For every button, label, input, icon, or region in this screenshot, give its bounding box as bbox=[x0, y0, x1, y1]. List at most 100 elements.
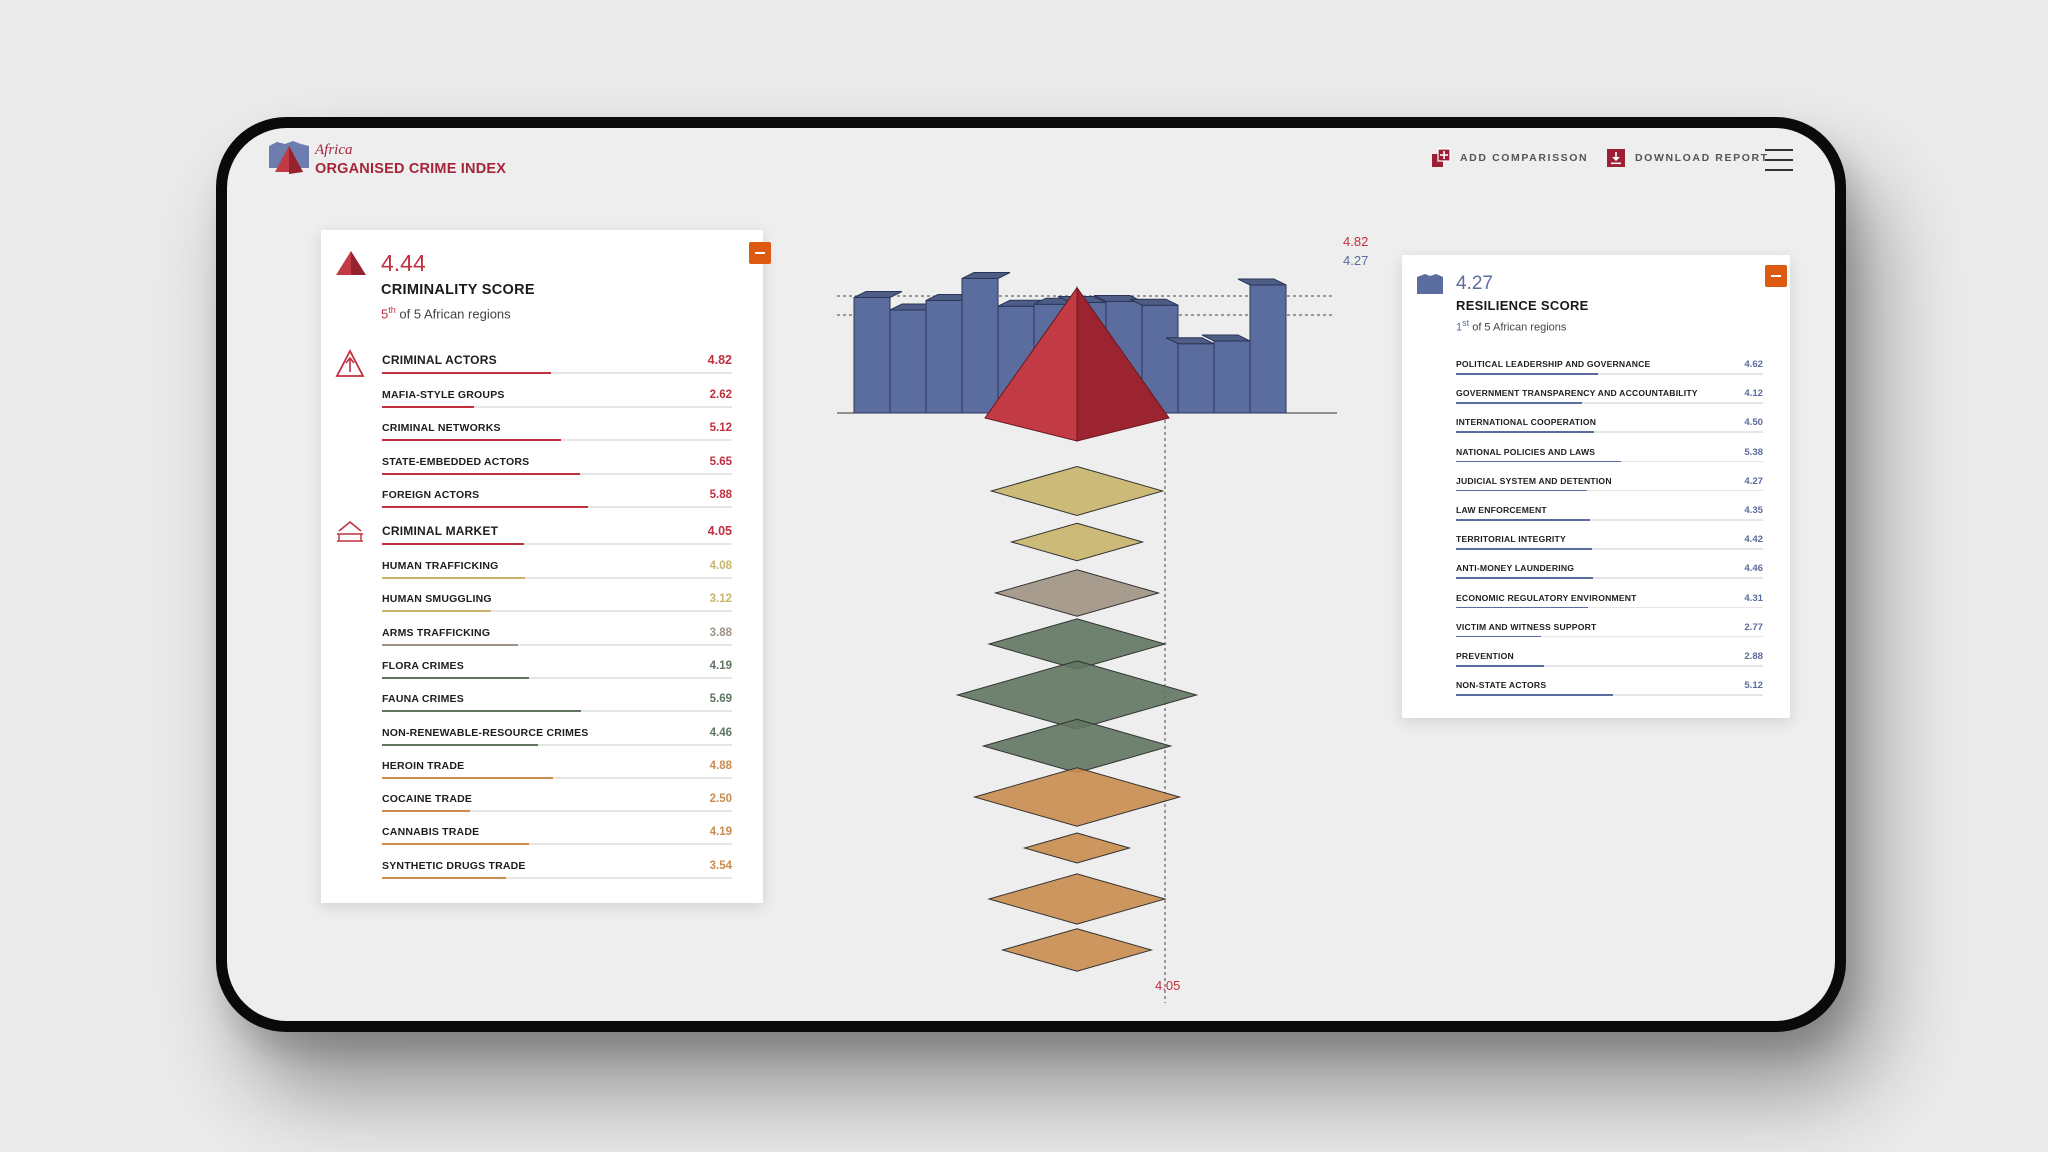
indicator-value: 4.82 bbox=[707, 353, 732, 367]
resilience-indicator-row[interactable]: VICTIM AND WITNESS SUPPORT 2.77 bbox=[1456, 622, 1763, 648]
indicator-label: ANTI-MONEY LAUNDERING bbox=[1456, 563, 1575, 574]
tablet-frame: Africa ORGANISED CRIME INDEX ADD COMPARI… bbox=[216, 117, 1846, 1032]
indicator-value: 3.54 bbox=[709, 859, 732, 872]
market-indicator-row[interactable]: HUMAN SMUGGLING 3.12 bbox=[382, 593, 732, 619]
resilience-indicator-row[interactable]: NATIONAL POLICIES AND LAWS 5.38 bbox=[1456, 447, 1763, 473]
collapse-resilience-button[interactable] bbox=[1765, 265, 1787, 287]
indicator-value: 5.12 bbox=[709, 422, 732, 435]
indicator-value: 4.31 bbox=[1744, 592, 1763, 604]
indicator-bar-fill bbox=[382, 743, 539, 746]
collapse-criminality-button[interactable] bbox=[749, 242, 771, 264]
resilience-wall-bar bbox=[1213, 340, 1251, 414]
indicator-label: NON-STATE ACTORS bbox=[1456, 680, 1547, 691]
market-diamond bbox=[972, 767, 1182, 827]
criminal-actors-icon bbox=[335, 349, 365, 377]
indicator-label: CRIMINAL MARKET bbox=[382, 524, 499, 538]
actor-indicator-row[interactable]: FOREIGN ACTORS 5.88 bbox=[382, 489, 732, 515]
logo-title: ORGANISED CRIME INDEX bbox=[315, 161, 507, 177]
indicator-bar-track bbox=[382, 710, 732, 713]
indicator-label: HUMAN SMUGGLING bbox=[382, 593, 492, 606]
indicator-bar-track bbox=[382, 472, 732, 475]
market-indicator-row[interactable]: FLORA CRIMES 4.19 bbox=[382, 660, 732, 686]
resilience-indicator-row[interactable]: NON-STATE ACTORS 5.12 bbox=[1456, 680, 1763, 706]
market-indicator-row[interactable]: SYNTHETIC DRUGS TRADE 3.54 bbox=[382, 860, 732, 886]
indicator-value: 4.05 bbox=[707, 524, 732, 538]
indicator-bar-fill bbox=[382, 439, 562, 442]
app-logo[interactable]: Africa ORGANISED CRIME INDEX bbox=[267, 140, 507, 186]
indicator-bar-fill bbox=[1456, 548, 1592, 550]
markets-score-annotation: 4.05 bbox=[1155, 978, 1181, 993]
indicator-value: 4.12 bbox=[1744, 388, 1763, 400]
indicator-label: POLITICAL LEADERSHIP AND GOVERNANCE bbox=[1456, 359, 1651, 369]
criminal-actors-row[interactable]: CRIMINAL ACTORS 4.82 bbox=[382, 353, 732, 379]
market-indicator-row[interactable]: CANNABIS TRADE 4.19 bbox=[382, 826, 732, 852]
resilience-indicator-row[interactable]: TERRITORIAL INTEGRITY 4.42 bbox=[1456, 534, 1763, 560]
criminality-score-value: 4.44 bbox=[381, 250, 426, 276]
add-comparison-button[interactable]: ADD COMPARISSON bbox=[1431, 148, 1588, 168]
indicator-label: ARMS TRAFFICKING bbox=[382, 626, 491, 639]
indicator-label: HUMAN TRAFFICKING bbox=[382, 560, 499, 572]
resilience-score-card: 4.27 RESILIENCE SCORE 1st of 5 African r… bbox=[1402, 255, 1790, 718]
indicator-bar-track bbox=[382, 577, 732, 579]
indicator-bar-fill bbox=[382, 406, 474, 408]
indicator-label: VICTIM AND WITNESS SUPPORT bbox=[1456, 621, 1597, 632]
indicator-bar-fill bbox=[382, 372, 551, 374]
criminality-score-title: CRIMINALITY SCORE bbox=[381, 282, 535, 298]
indicator-label: ECONOMIC REGULATORY ENVIRONMENT bbox=[1456, 592, 1637, 603]
actor-indicator-row[interactable]: MAFIA-STYLE GROUPS 2.62 bbox=[382, 389, 732, 415]
criminal-market-row[interactable]: CRIMINAL MARKET 4.05 bbox=[382, 524, 732, 550]
resilience-score-title: RESILIENCE SCORE bbox=[1456, 298, 1589, 313]
indicator-label: SYNTHETIC DRUGS TRADE bbox=[382, 859, 526, 872]
resilience-indicator-row[interactable]: PREVENTION 2.88 bbox=[1456, 651, 1763, 677]
resilience-indicator-row[interactable]: LAW ENFORCEMENT 4.35 bbox=[1456, 505, 1763, 531]
indicator-label: GOVERNMENT TRANSPARENCY AND ACCOUNTABILI… bbox=[1456, 388, 1698, 399]
indicator-value: 2.50 bbox=[709, 793, 732, 806]
indicator-bar-track bbox=[382, 439, 732, 442]
resilience-indicator-row[interactable]: POLITICAL LEADERSHIP AND GOVERNANCE 4.62 bbox=[1456, 359, 1763, 385]
download-report-label: DOWNLOAD REPORT bbox=[1635, 152, 1769, 164]
indicator-bar-track bbox=[382, 876, 732, 879]
indicator-bar-track bbox=[1456, 460, 1763, 463]
indicator-bar-track bbox=[382, 643, 732, 646]
indicator-bar-fill bbox=[382, 610, 492, 613]
indicator-bar-fill bbox=[382, 676, 529, 679]
indicator-value: 2.88 bbox=[1744, 651, 1763, 662]
indicator-bar-track bbox=[1456, 665, 1763, 667]
indicator-bar-fill bbox=[382, 577, 525, 579]
logo-region: Africa bbox=[315, 142, 353, 158]
indicator-bar-track bbox=[382, 610, 732, 613]
indicator-bar-fill bbox=[382, 472, 580, 475]
indicator-bar-fill bbox=[382, 876, 506, 879]
resilience-indicator-row[interactable]: ANTI-MONEY LAUNDERING 4.46 bbox=[1456, 563, 1763, 589]
download-report-button[interactable]: DOWNLOAD REPORT bbox=[1606, 148, 1769, 168]
add-comparison-icon bbox=[1432, 148, 1451, 167]
resilience-indicator-row[interactable]: INTERNATIONAL COOPERATION 4.50 bbox=[1456, 417, 1763, 443]
market-indicator-row[interactable]: HUMAN TRAFFICKING 4.08 bbox=[382, 560, 732, 586]
actor-indicator-row[interactable]: STATE-EMBEDDED ACTORS 5.65 bbox=[382, 456, 732, 482]
indicator-label: COCAINE TRADE bbox=[382, 793, 473, 806]
resilience-wall-bar-top bbox=[1237, 278, 1287, 286]
indicator-bar-track bbox=[1456, 373, 1763, 375]
resilience-indicator-row[interactable]: JUDICIAL SYSTEM AND DETENTION 4.27 bbox=[1456, 476, 1763, 502]
crime-index-visualization bbox=[837, 272, 1337, 1003]
indicator-value: 5.88 bbox=[709, 488, 732, 501]
market-diamond bbox=[1009, 522, 1145, 562]
market-indicator-row[interactable]: FAUNA CRIMES 5.69 bbox=[382, 693, 732, 719]
resilience-indicator-row[interactable]: GOVERNMENT TRANSPARENCY AND ACCOUNTABILI… bbox=[1456, 388, 1763, 414]
market-indicator-row[interactable]: HEROIN TRADE 4.88 bbox=[382, 760, 732, 786]
indicator-bar-track bbox=[1456, 548, 1763, 550]
actor-indicator-row[interactable]: CRIMINAL NETWORKS 5.12 bbox=[382, 422, 732, 448]
market-diamond bbox=[1000, 928, 1154, 972]
market-indicator-row[interactable]: ARMS TRAFFICKING 3.88 bbox=[382, 627, 732, 653]
resilience-score-annotation: 4.27 bbox=[1343, 253, 1369, 268]
criminality-score-card: 4.44 CRIMINALITY SCORE 5th of 5 African … bbox=[321, 230, 771, 903]
hamburger-menu-icon[interactable] bbox=[1765, 149, 1793, 171]
indicator-bar-track bbox=[382, 676, 732, 679]
market-indicator-row[interactable]: COCAINE TRADE 2.50 bbox=[382, 793, 732, 819]
market-indicator-row[interactable]: NON-RENEWABLE-RESOURCE CRIMES 4.46 bbox=[382, 727, 732, 753]
indicator-label: NATIONAL POLICIES AND LAWS bbox=[1456, 446, 1596, 457]
resilience-indicator-row[interactable]: ECONOMIC REGULATORY ENVIRONMENT 4.31 bbox=[1456, 593, 1763, 619]
indicator-label: STATE-EMBEDDED ACTORS bbox=[382, 455, 530, 468]
criminality-pyramid-icon bbox=[336, 251, 366, 275]
indicator-bar-track bbox=[382, 543, 732, 545]
